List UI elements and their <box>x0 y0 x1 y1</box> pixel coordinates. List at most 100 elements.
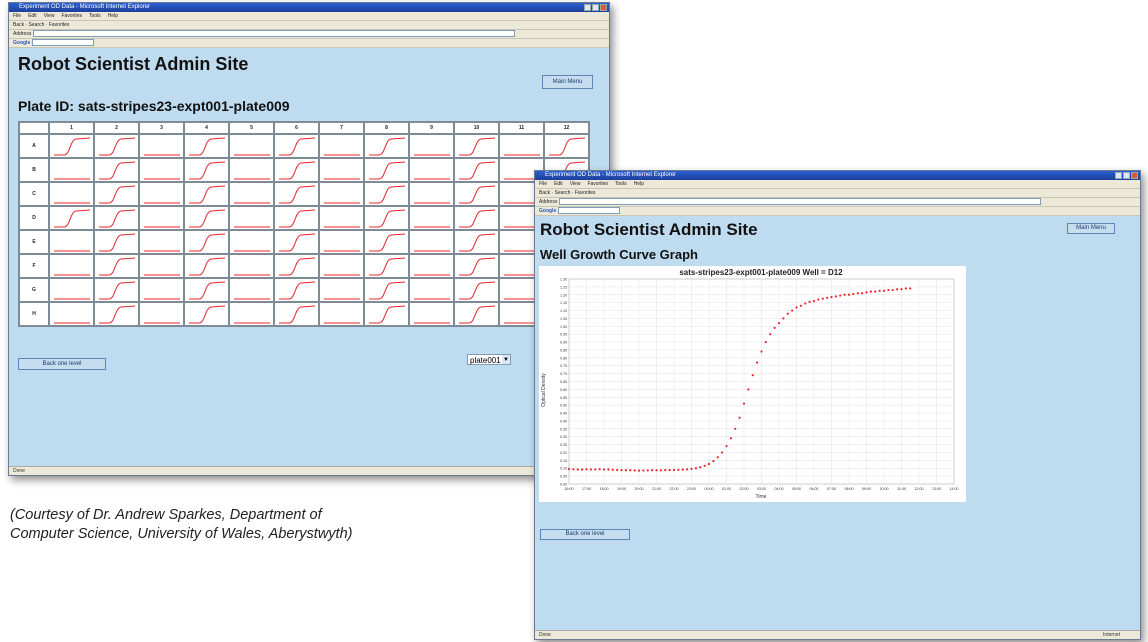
maximize-button[interactable] <box>592 4 599 11</box>
plate-well[interactable] <box>50 231 93 253</box>
menu-item[interactable]: Favorites <box>61 13 82 19</box>
plate-well[interactable] <box>455 279 498 301</box>
plate-well[interactable] <box>275 135 318 157</box>
plate-well[interactable] <box>275 231 318 253</box>
plate-well[interactable] <box>365 279 408 301</box>
plate-well[interactable] <box>185 303 228 325</box>
plate-well[interactable] <box>455 303 498 325</box>
plate-well[interactable] <box>140 255 183 277</box>
close-button[interactable] <box>600 4 607 11</box>
plate-well[interactable] <box>365 255 408 277</box>
plate-well[interactable] <box>455 207 498 229</box>
menu-item[interactable]: Help <box>108 13 118 19</box>
plate-well[interactable] <box>140 159 183 181</box>
plate-well[interactable] <box>230 135 273 157</box>
plate-well[interactable] <box>320 303 363 325</box>
plate-well[interactable] <box>230 255 273 277</box>
plate-well[interactable] <box>95 255 138 277</box>
maximize-button[interactable] <box>1123 172 1130 179</box>
address-input[interactable] <box>32 30 515 38</box>
plate-well[interactable] <box>50 279 93 301</box>
plate-well[interactable] <box>320 255 363 277</box>
plate-well[interactable] <box>95 159 138 181</box>
menu-item[interactable]: Tools <box>615 181 627 187</box>
plate-well[interactable] <box>230 303 273 325</box>
plate-well[interactable] <box>50 135 93 157</box>
plate-well[interactable] <box>140 135 183 157</box>
menu-item[interactable]: Tools <box>89 13 101 19</box>
plate-well[interactable] <box>275 303 318 325</box>
plate-well[interactable] <box>230 279 273 301</box>
close-button[interactable] <box>1131 172 1138 179</box>
menu-item[interactable]: Edit <box>28 13 37 19</box>
plate-well[interactable] <box>365 135 408 157</box>
plate-well[interactable] <box>185 135 228 157</box>
plate-well[interactable] <box>50 207 93 229</box>
plate-well[interactable] <box>50 303 93 325</box>
back-nav-button[interactable]: Back · Search · Favorites <box>13 22 69 28</box>
plate-well[interactable] <box>95 231 138 253</box>
main-menu-button[interactable]: Main Menu <box>1067 223 1115 234</box>
back-nav-button[interactable]: Back · Search · Favorites <box>539 190 595 196</box>
plate-well[interactable] <box>320 159 363 181</box>
plate-well[interactable] <box>95 279 138 301</box>
plate-well[interactable] <box>140 231 183 253</box>
plate-well[interactable] <box>185 279 228 301</box>
plate-well[interactable] <box>410 303 453 325</box>
plate-well[interactable] <box>410 159 453 181</box>
menu-item[interactable]: File <box>13 13 21 19</box>
plate-well[interactable] <box>275 183 318 205</box>
plate-well[interactable] <box>95 303 138 325</box>
plate-well[interactable] <box>140 183 183 205</box>
plate-well[interactable] <box>545 135 588 157</box>
plate-well[interactable] <box>455 183 498 205</box>
plate-well[interactable] <box>185 255 228 277</box>
plate-well[interactable] <box>320 207 363 229</box>
main-menu-button[interactable]: Main Menu <box>542 75 593 89</box>
menu-item[interactable]: Edit <box>554 181 563 187</box>
plate-well[interactable] <box>365 303 408 325</box>
plate-well[interactable] <box>185 159 228 181</box>
plate-well[interactable] <box>95 135 138 157</box>
minimize-button[interactable] <box>1115 172 1122 179</box>
plate-well[interactable] <box>410 183 453 205</box>
plate-well[interactable] <box>320 231 363 253</box>
plate-well[interactable] <box>320 135 363 157</box>
plate-well[interactable] <box>140 207 183 229</box>
google-search-input[interactable] <box>557 207 620 215</box>
plate-well[interactable] <box>185 183 228 205</box>
plate-well[interactable] <box>275 159 318 181</box>
plate-well[interactable] <box>410 231 453 253</box>
plate-well[interactable] <box>140 303 183 325</box>
plate-well[interactable] <box>365 183 408 205</box>
back-one-level-button[interactable]: Back one level <box>18 358 106 370</box>
plate-well[interactable] <box>50 255 93 277</box>
plate-well[interactable] <box>410 207 453 229</box>
plate-well[interactable] <box>230 159 273 181</box>
plate-well[interactable] <box>500 135 543 157</box>
plate-well[interactable] <box>365 231 408 253</box>
plate-well[interactable] <box>230 231 273 253</box>
back-one-level-button[interactable]: Back one level <box>540 529 630 540</box>
plate-well[interactable] <box>50 183 93 205</box>
minimize-button[interactable] <box>584 4 591 11</box>
plate-well[interactable] <box>230 207 273 229</box>
plate-well[interactable] <box>50 159 93 181</box>
plate-well[interactable] <box>275 207 318 229</box>
plate-select[interactable]: plate001 ▼ <box>467 354 511 365</box>
plate-well[interactable] <box>410 279 453 301</box>
menu-item[interactable]: View <box>44 13 55 19</box>
plate-well[interactable] <box>275 279 318 301</box>
plate-well[interactable] <box>95 207 138 229</box>
plate-well[interactable] <box>320 183 363 205</box>
plate-well[interactable] <box>455 231 498 253</box>
menu-item[interactable]: Favorites <box>587 181 608 187</box>
google-search-input[interactable] <box>31 39 94 47</box>
menu-item[interactable]: View <box>570 181 581 187</box>
plate-well[interactable] <box>185 207 228 229</box>
plate-well[interactable] <box>320 279 363 301</box>
menu-item[interactable]: File <box>539 181 547 187</box>
plate-well[interactable] <box>455 159 498 181</box>
plate-well[interactable] <box>275 255 318 277</box>
plate-well[interactable] <box>95 183 138 205</box>
